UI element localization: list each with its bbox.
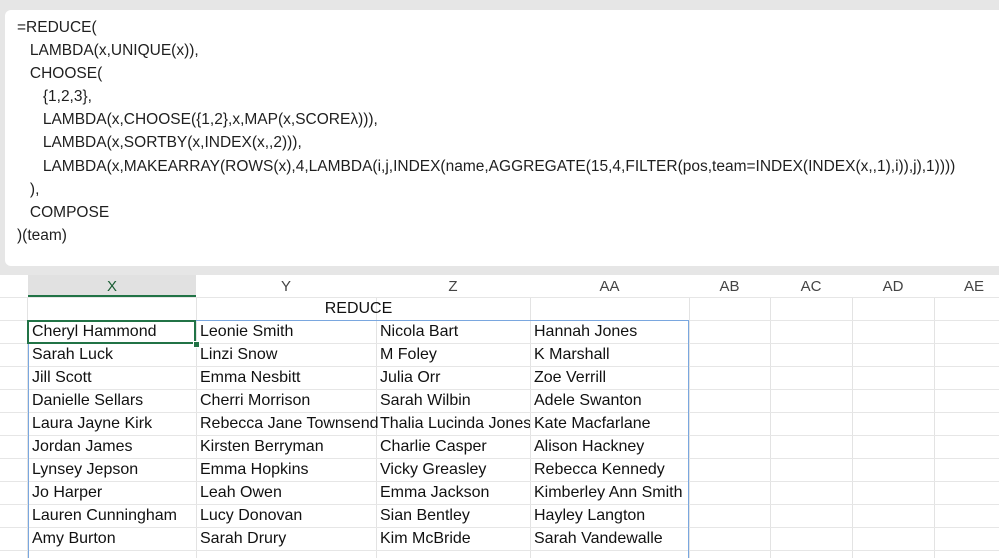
- grid-line: [852, 275, 853, 558]
- cell[interactable]: Sarah Luck: [28, 343, 196, 366]
- cell[interactable]: Alison Hackney: [530, 435, 689, 458]
- cell[interactable]: Nicola Bart: [376, 320, 530, 343]
- cell[interactable]: Emma Hopkins: [196, 458, 378, 481]
- formula-line: )(team): [17, 226, 67, 244]
- formula-line: LAMBDA(x,UNIQUE(x)),: [17, 42, 199, 60]
- cell[interactable]: Laura Jayne Kirk: [28, 412, 196, 435]
- cell[interactable]: Kim McBride: [376, 527, 530, 550]
- cell[interactable]: Amy Burton: [28, 527, 196, 550]
- cell[interactable]: Zoe Verrill: [530, 366, 689, 389]
- cell[interactable]: Kimberley Ann Smith: [530, 481, 689, 504]
- grid-line: [770, 275, 771, 558]
- cell[interactable]: Cherri Morrison: [196, 389, 378, 412]
- cell[interactable]: Adele Swanton: [530, 389, 689, 412]
- cell[interactable]: K Marshall: [530, 343, 689, 366]
- cell[interactable]: Vicky Greasley: [376, 458, 530, 481]
- column-header-x[interactable]: X: [28, 275, 196, 297]
- grid-line: [689, 275, 690, 558]
- formula-line: {1,2,3},: [17, 88, 92, 106]
- spreadsheet-grid[interactable]: X Y Z AA AB AC AD AE REDUCE Cheryl Hammond Leoni…: [0, 275, 999, 558]
- cell[interactable]: Rebecca Jane Townsend: [196, 412, 378, 435]
- cell[interactable]: Jordan James: [28, 435, 196, 458]
- cell[interactable]: Hannah Jones: [530, 320, 689, 343]
- cell[interactable]: Rebecca Kennedy: [530, 458, 689, 481]
- column-header-z[interactable]: Z: [376, 275, 530, 297]
- cell[interactable]: M Foley: [376, 343, 530, 366]
- cell[interactable]: Thalia Lucinda Jones: [376, 412, 530, 435]
- grid-line: [0, 550, 999, 551]
- cell[interactable]: Lucy Donovan: [196, 504, 378, 527]
- cell[interactable]: Jill Scott: [28, 366, 196, 389]
- cell[interactable]: Jo Harper: [28, 481, 196, 504]
- cell[interactable]: Leah Owen: [196, 481, 378, 504]
- cell[interactable]: Hayley Langton: [530, 504, 689, 527]
- cell[interactable]: Danielle Sellars: [28, 389, 196, 412]
- cell[interactable]: Sarah Vandewalle: [530, 527, 689, 550]
- formula-line: =REDUCE(: [17, 19, 97, 36]
- cell[interactable]: Kirsten Berryman: [196, 435, 378, 458]
- formula-line: CHOOSE(: [17, 65, 103, 83]
- formula-line: COMPOSE: [17, 203, 110, 221]
- cell[interactable]: Linzi Snow: [196, 343, 378, 366]
- column-header-y[interactable]: Y: [196, 275, 376, 297]
- cell[interactable]: Sarah Wilbin: [376, 389, 530, 412]
- cell[interactable]: Emma Jackson: [376, 481, 530, 504]
- column-header-aa[interactable]: AA: [530, 275, 689, 297]
- cell[interactable]: Kate Macfarlane: [530, 412, 689, 435]
- formula-line: LAMBDA(x,MAKEARRAY(ROWS(x),4,LAMBDA(i,j,…: [17, 157, 956, 175]
- formula-line: LAMBDA(x,CHOOSE({1,2},x,MAP(x,SCOREλ))),: [17, 111, 378, 129]
- active-cell[interactable]: Cheryl Hammond: [28, 320, 196, 343]
- column-header-row: X Y Z AA AB AC AD AE: [0, 275, 999, 297]
- cell[interactable]: Julia Orr: [376, 366, 530, 389]
- cell[interactable]: Sian Bentley: [376, 504, 530, 527]
- cell[interactable]: Lynsey Jepson: [28, 458, 196, 481]
- cell[interactable]: Leonie Smith: [196, 320, 378, 343]
- cell[interactable]: Sarah Drury: [196, 527, 378, 550]
- column-header-ac[interactable]: AC: [770, 275, 852, 297]
- column-header-ab[interactable]: AB: [689, 275, 770, 297]
- formula-line: LAMBDA(x,SORTBY(x,INDEX(x,,2))),: [17, 134, 302, 152]
- column-header-ae[interactable]: AE: [934, 275, 999, 297]
- formula-bar[interactable]: =REDUCE( LAMBDA(x,UNIQUE(x)), CHOOSE( {1…: [5, 10, 999, 266]
- column-header-ad[interactable]: AD: [852, 275, 934, 297]
- cell[interactable]: Emma Nesbitt: [196, 366, 378, 389]
- cell[interactable]: Charlie Casper: [376, 435, 530, 458]
- fill-handle[interactable]: [193, 341, 200, 348]
- formula-line: ),: [17, 180, 40, 198]
- grid-line: [934, 275, 935, 558]
- cell[interactable]: Lauren Cunningham: [28, 504, 196, 527]
- spill-header-cell[interactable]: REDUCE: [28, 297, 689, 320]
